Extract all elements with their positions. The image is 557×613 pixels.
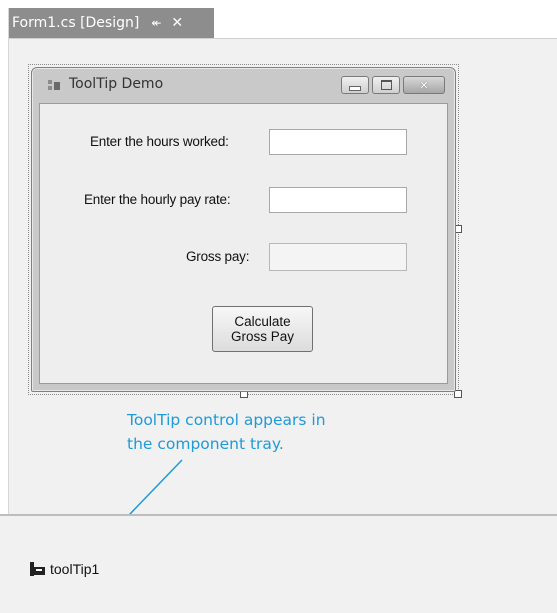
tray-item-tooltip1[interactable]: toolTip1 [30,561,99,577]
component-tray: toolTip1 [0,516,557,613]
tray-item-label: toolTip1 [50,561,100,577]
tooltip-component-icon [30,562,46,576]
